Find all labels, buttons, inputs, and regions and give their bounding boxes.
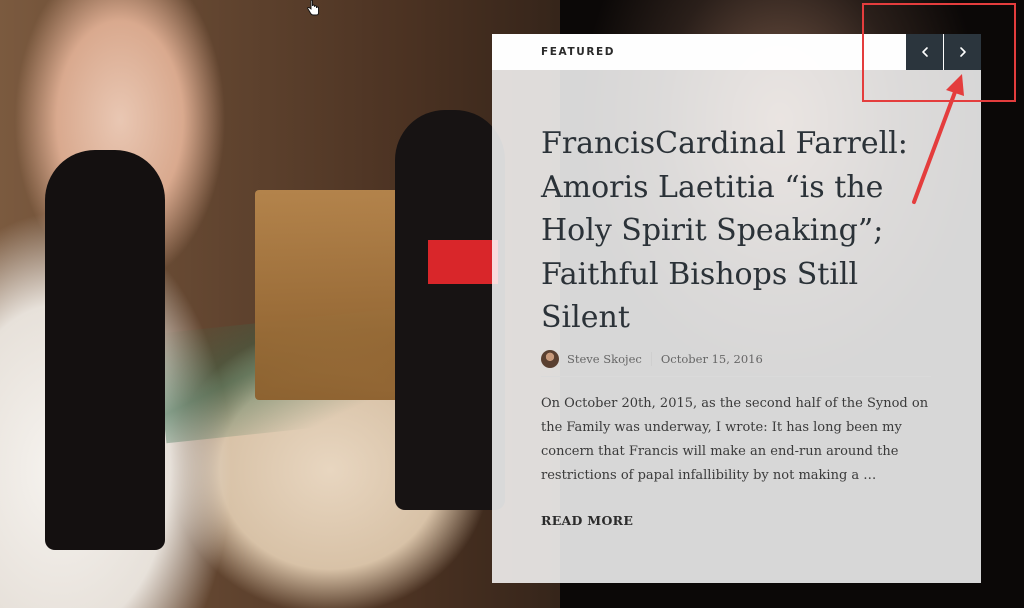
background-red-sash (428, 240, 498, 284)
featured-label: FEATURED (541, 46, 616, 58)
post-meta: Steve Skojec October 15, 2016 (541, 348, 763, 370)
post-date: October 15, 2016 (660, 352, 763, 366)
meta-separator (650, 352, 652, 366)
read-more-link[interactable]: READ MORE (541, 513, 633, 528)
post-title-link[interactable]: FrancisCardinal Farrell: Amoris Laetitia… (541, 122, 941, 340)
background-pew (255, 190, 405, 400)
meta-divider (541, 376, 931, 377)
post-excerpt: On October 20th, 2015, as the second hal… (541, 396, 929, 483)
background-figure (45, 150, 165, 550)
hero-slider: FEATURED FrancisCardinal Farrell: Amoris… (0, 0, 1024, 608)
author-avatar (541, 350, 559, 368)
background-cardinal (395, 110, 505, 510)
author-name-link[interactable]: Steve Skojec (567, 352, 642, 366)
annotation-arrow-icon (912, 74, 964, 204)
hand-cursor-icon (307, 0, 319, 16)
